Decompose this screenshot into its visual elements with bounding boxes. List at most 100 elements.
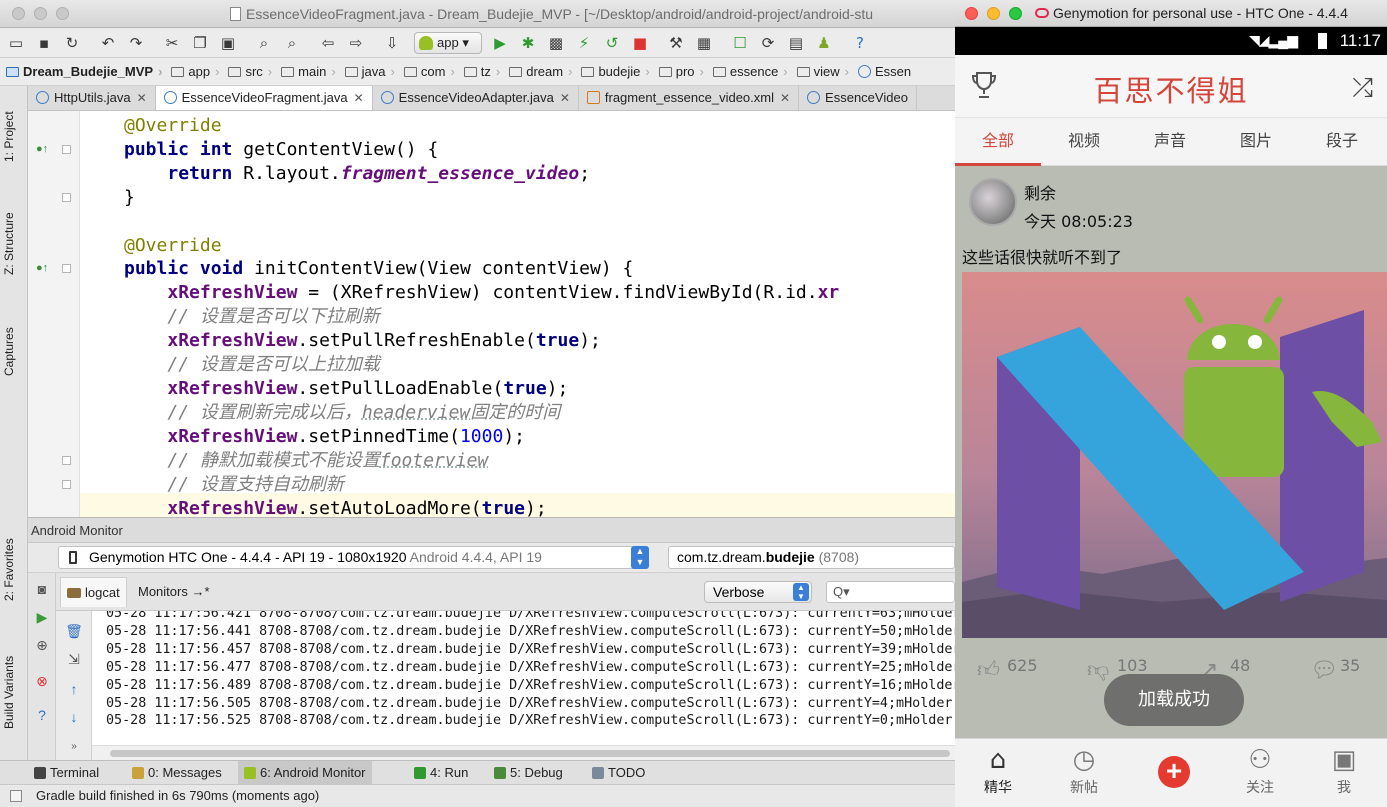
tool-tab-favorites[interactable]: 2: Favorites bbox=[2, 524, 26, 616]
code-editor[interactable]: ●↑ ●↑ @Override public int getContentView… bbox=[28, 111, 955, 517]
gradle-sync-icon[interactable]: ⟳ bbox=[758, 33, 778, 53]
tab-terminal[interactable]: Terminal bbox=[28, 761, 105, 785]
breadcrumb-item[interactable]: java › bbox=[339, 58, 398, 85]
fold-marker[interactable] bbox=[62, 193, 71, 202]
copy-icon[interactable]: ❐ bbox=[190, 33, 210, 53]
replace-icon[interactable]: ⌕ bbox=[282, 33, 302, 53]
file-tab-essence-video-adapter[interactable]: EssenceVideoAdapter.java ✕ bbox=[373, 86, 579, 110]
terminate-app-icon[interactable]: ⊗ bbox=[33, 673, 51, 689]
file-tab-essence-video-fragment[interactable]: EssenceVideoFragment.java ✕ bbox=[155, 86, 373, 110]
zoom-window-button[interactable] bbox=[1009, 7, 1022, 20]
run-icon[interactable]: ▶ bbox=[490, 33, 510, 53]
post-image[interactable] bbox=[962, 272, 1387, 638]
close-tab-icon[interactable]: ✕ bbox=[560, 91, 570, 105]
undo-icon[interactable]: ↶ bbox=[98, 33, 118, 53]
breadcrumb-item[interactable]: pro › bbox=[653, 58, 707, 85]
tab-all[interactable]: 全部 bbox=[955, 118, 1041, 166]
close-window-button[interactable] bbox=[12, 7, 25, 20]
project-structure-icon[interactable]: ⚒ bbox=[666, 33, 686, 53]
save-icon[interactable]: ▪ bbox=[34, 33, 54, 53]
clear-logcat-icon[interactable]: 🗑 bbox=[65, 623, 83, 639]
attach-debugger-icon[interactable]: ▩ bbox=[546, 33, 566, 53]
fold-marker[interactable] bbox=[62, 264, 71, 273]
close-tab-icon[interactable]: ✕ bbox=[780, 91, 790, 105]
make-project-icon[interactable]: ⇩ bbox=[382, 33, 402, 53]
post-username[interactable]: 剩余 bbox=[1024, 180, 1056, 204]
nav-me[interactable]: ▣ 我 bbox=[1301, 745, 1387, 797]
tab-jokes[interactable]: 段子 bbox=[1299, 118, 1385, 166]
cut-icon[interactable]: ✂ bbox=[162, 33, 182, 53]
fold-marker[interactable] bbox=[62, 145, 71, 154]
fold-marker[interactable] bbox=[62, 480, 71, 489]
comment-button[interactable]: 💬︎ 35 bbox=[1310, 656, 1360, 684]
breadcrumb-item[interactable]: tz › bbox=[458, 58, 503, 85]
device-select[interactable]: Genymotion HTC One - 4.4.4 - API 19 - 10… bbox=[58, 546, 648, 569]
screenshot-icon[interactable]: ◙ bbox=[33, 581, 51, 597]
breadcrumb-item[interactable]: view › bbox=[791, 58, 852, 85]
override-marker-icon[interactable]: ●↑ bbox=[36, 144, 48, 155]
breadcrumb-item[interactable]: com › bbox=[398, 58, 458, 85]
close-tab-icon[interactable]: ✕ bbox=[137, 91, 147, 105]
breadcrumb-item[interactable]: Dream_Budejie_MVP › bbox=[0, 58, 165, 85]
close-window-button[interactable] bbox=[965, 7, 978, 20]
more-icon[interactable]: » bbox=[65, 739, 83, 755]
process-select[interactable]: com.tz.dream.budejie (8708) bbox=[668, 546, 955, 569]
tab-run[interactable]: 4: Run bbox=[408, 761, 474, 785]
tab-messages[interactable]: 0: Messages bbox=[126, 761, 228, 785]
tool-tab-captures[interactable]: Captures bbox=[2, 311, 26, 393]
scroll-to-end-icon[interactable]: ⇲ bbox=[65, 651, 83, 667]
tab-android-monitor[interactable]: 6: Android Monitor bbox=[238, 761, 372, 785]
zoom-window-button[interactable] bbox=[56, 7, 69, 20]
apply-changes-icon[interactable]: ⚡ bbox=[574, 33, 594, 53]
like-button[interactable]: 👍︎ 625 bbox=[977, 656, 1038, 684]
screen-record-icon[interactable]: ▶ bbox=[33, 609, 51, 625]
close-tab-icon[interactable]: ✕ bbox=[354, 91, 364, 105]
logcat-search-input[interactable]: Q▾ bbox=[826, 581, 955, 603]
help-icon[interactable]: ? bbox=[33, 707, 51, 723]
find-icon[interactable]: ⌕ bbox=[254, 33, 274, 53]
breadcrumb-item[interactable]: essence › bbox=[707, 58, 791, 85]
debug-icon[interactable]: ✱ bbox=[518, 33, 538, 53]
system-info-icon[interactable]: ⊕ bbox=[33, 637, 51, 653]
file-tab-fragment-xml[interactable]: fragment_essence_video.xml ✕ bbox=[579, 86, 800, 110]
breadcrumb-item[interactable]: Essen bbox=[852, 58, 914, 85]
nav-new-posts[interactable]: ◷ 新帖 bbox=[1041, 745, 1127, 797]
android-sdk-icon[interactable]: ♟ bbox=[814, 33, 834, 53]
device-monitor-icon[interactable]: ▤ bbox=[786, 33, 806, 53]
avd-manager-icon[interactable]: ☐ bbox=[730, 33, 750, 53]
log-horizontal-scrollbar[interactable] bbox=[92, 745, 955, 760]
device-select-arrows[interactable]: ▲ ▼ bbox=[631, 546, 649, 569]
tab-video[interactable]: 视频 bbox=[1041, 118, 1127, 166]
tab-todo[interactable]: TODO bbox=[586, 761, 651, 785]
tool-tab-build-variants[interactable]: Build Variants bbox=[2, 641, 26, 743]
publish-plus-button[interactable]: + bbox=[1158, 756, 1190, 788]
breadcrumb-item[interactable]: app › bbox=[165, 58, 222, 85]
minimize-window-button[interactable] bbox=[987, 7, 1000, 20]
tab-audio[interactable]: 声音 bbox=[1127, 118, 1213, 166]
breadcrumb-item[interactable]: budejie › bbox=[575, 58, 652, 85]
help-icon[interactable]: ? bbox=[850, 33, 870, 53]
tool-tab-structure[interactable]: Z: Structure bbox=[2, 194, 26, 294]
tool-windows-toggle-icon[interactable] bbox=[10, 790, 22, 802]
forward-icon[interactable]: ⇨ bbox=[346, 33, 366, 53]
log-level-select[interactable]: Verbose ▲ ▼ bbox=[704, 581, 812, 603]
avatar[interactable] bbox=[969, 178, 1017, 226]
tab-monitors[interactable]: Monitors →* bbox=[132, 577, 216, 607]
shuffle-icon[interactable]: ⤮ bbox=[1352, 73, 1373, 104]
paste-icon[interactable]: ▣ bbox=[218, 33, 238, 53]
breadcrumb-item[interactable]: src › bbox=[222, 58, 275, 85]
nav-essence[interactable]: ⌂ 精华 bbox=[955, 745, 1041, 797]
tab-debug[interactable]: 5: Debug bbox=[488, 761, 569, 785]
up-arrow-icon[interactable]: ↑ bbox=[65, 681, 83, 697]
post-feed[interactable]: 剩余 今天 08:05:23 这些话很快就听不到了 👍︎ 625 👎︎ 103 … bbox=[955, 166, 1387, 738]
open-folder-icon[interactable]: ▭ bbox=[6, 33, 26, 53]
tab-pictures[interactable]: 图片 bbox=[1213, 118, 1299, 166]
scrollbar-thumb[interactable] bbox=[110, 750, 950, 757]
minimize-window-button[interactable] bbox=[34, 7, 47, 20]
fold-marker[interactable] bbox=[62, 456, 71, 465]
down-arrow-icon[interactable]: ↓ bbox=[65, 709, 83, 725]
breadcrumb-item[interactable]: dream › bbox=[503, 58, 575, 85]
stop-icon[interactable]: ■ bbox=[630, 33, 650, 53]
sync-icon[interactable]: ↻ bbox=[62, 33, 82, 53]
file-tab-essence-video[interactable]: EssenceVideo bbox=[799, 86, 917, 110]
